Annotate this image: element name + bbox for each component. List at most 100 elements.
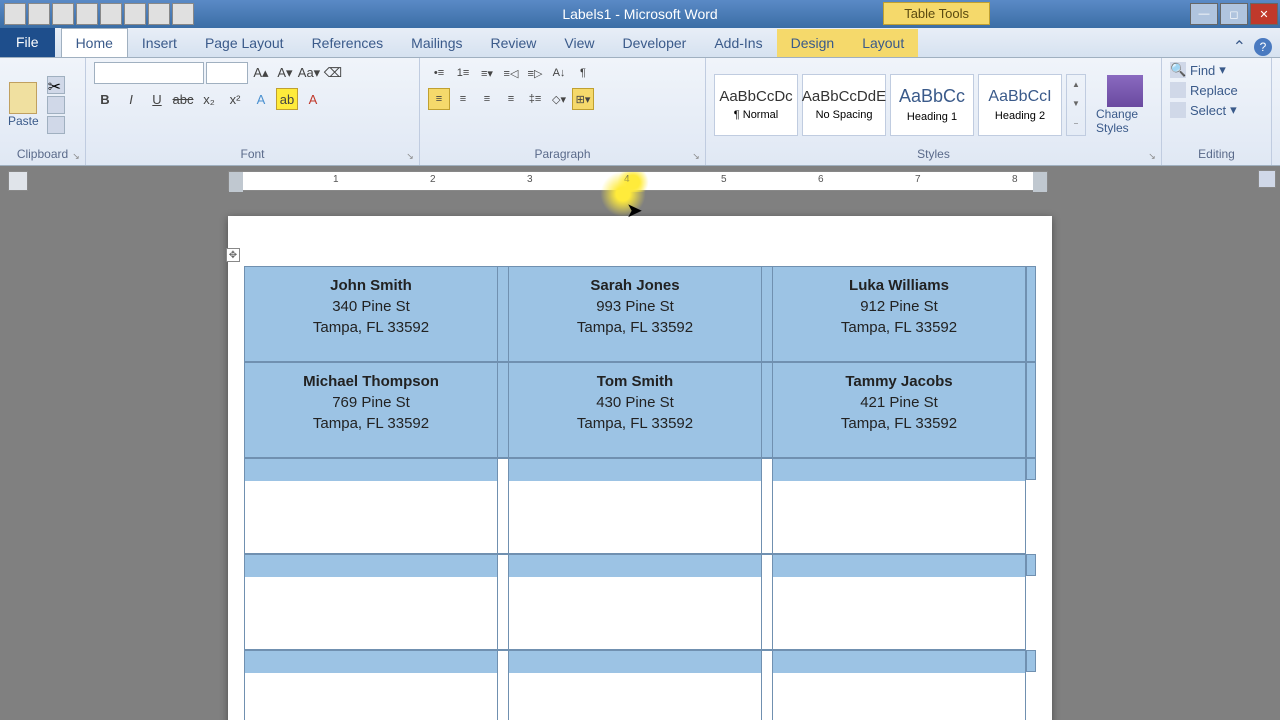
- tab-review[interactable]: Review: [477, 29, 551, 57]
- clipboard-expand-icon[interactable]: ↘: [69, 149, 83, 163]
- label-table[interactable]: John Smith340 Pine StTampa, FL 33592Sara…: [244, 266, 1036, 720]
- quick-print-icon[interactable]: [148, 3, 170, 25]
- label-cell[interactable]: [772, 554, 1026, 650]
- font-expand-icon[interactable]: ↘: [403, 149, 417, 163]
- paragraph-expand-icon[interactable]: ↘: [689, 149, 703, 163]
- align-center-button[interactable]: ≡: [452, 88, 474, 110]
- increase-indent-button[interactable]: ≡▷: [524, 62, 546, 84]
- row-end-handle[interactable]: [1026, 362, 1036, 458]
- paste-button[interactable]: Paste: [8, 82, 39, 128]
- label-cell[interactable]: Sarah Jones993 Pine StTampa, FL 33592: [508, 266, 762, 362]
- grow-font-icon[interactable]: A▴: [250, 62, 272, 84]
- minimize-button[interactable]: —: [1190, 3, 1218, 25]
- group-editing: 🔍 Find ▾ Replace Select ▾ Editing: [1162, 58, 1272, 165]
- row-end-handle[interactable]: [1026, 650, 1036, 672]
- close-button[interactable]: ✕: [1250, 3, 1278, 25]
- word-icon[interactable]: [4, 3, 26, 25]
- tab-file[interactable]: File: [0, 27, 55, 57]
- select-button[interactable]: Select ▾: [1170, 102, 1263, 118]
- label-cell[interactable]: [772, 650, 1026, 720]
- label-cell[interactable]: [508, 458, 762, 554]
- row-end-handle[interactable]: [1026, 458, 1036, 480]
- align-right-button[interactable]: ≡: [476, 88, 498, 110]
- underline-button[interactable]: U: [146, 88, 168, 110]
- strikethrough-button[interactable]: abc: [172, 88, 194, 110]
- cut-icon[interactable]: ✂: [47, 76, 65, 94]
- tab-design[interactable]: Design: [777, 29, 849, 57]
- align-left-button[interactable]: ≡: [428, 88, 450, 110]
- tab-view[interactable]: View: [550, 29, 608, 57]
- tab-layout[interactable]: Layout: [848, 29, 918, 57]
- font-family-select[interactable]: [94, 62, 204, 84]
- change-case-icon[interactable]: Aa▾: [298, 62, 320, 84]
- label-cell[interactable]: [508, 554, 762, 650]
- find-button[interactable]: 🔍 Find ▾: [1170, 62, 1263, 78]
- decrease-indent-button[interactable]: ≡◁: [500, 62, 522, 84]
- label-cell[interactable]: John Smith340 Pine StTampa, FL 33592: [244, 266, 498, 362]
- text-effects-icon[interactable]: A: [250, 88, 272, 110]
- bullets-button[interactable]: •≡: [428, 62, 450, 84]
- format-painter-icon[interactable]: [47, 116, 65, 134]
- ruler-corner[interactable]: [8, 171, 28, 191]
- font-size-select[interactable]: [206, 62, 248, 84]
- tab-page-layout[interactable]: Page Layout: [191, 29, 298, 57]
- label-cell[interactable]: [244, 458, 498, 554]
- label-cell[interactable]: Luka Williams912 Pine StTampa, FL 33592: [772, 266, 1026, 362]
- replace-button[interactable]: Replace: [1170, 82, 1263, 98]
- label-cell[interactable]: [772, 458, 1026, 554]
- clear-formatting-icon[interactable]: ⌫: [322, 62, 344, 84]
- page[interactable]: ✥ John Smith340 Pine StTampa, FL 33592Sa…: [228, 216, 1052, 720]
- styles-more-button[interactable]: ▲▼⎯: [1066, 74, 1086, 136]
- label-cell[interactable]: [244, 650, 498, 720]
- save-icon[interactable]: [28, 3, 50, 25]
- style-normal[interactable]: AaBbCcDc Normal: [714, 74, 798, 136]
- tab-mailings[interactable]: Mailings: [397, 29, 476, 57]
- row-end-handle[interactable]: [1026, 266, 1036, 362]
- redo-icon[interactable]: [76, 3, 98, 25]
- undo-icon[interactable]: [52, 3, 74, 25]
- bold-button[interactable]: B: [94, 88, 116, 110]
- minimize-ribbon-icon[interactable]: ⌃: [1233, 37, 1246, 57]
- highlight-color-button[interactable]: ab: [276, 88, 298, 110]
- superscript-button[interactable]: x²: [224, 88, 246, 110]
- tab-addins[interactable]: Add-Ins: [700, 29, 776, 57]
- style-heading-2[interactable]: AaBbCcI Heading 2: [978, 74, 1062, 136]
- line-spacing-button[interactable]: ‡≡: [524, 88, 546, 110]
- new-icon[interactable]: [100, 3, 122, 25]
- label-cell[interactable]: Tammy Jacobs421 Pine StTampa, FL 33592: [772, 362, 1026, 458]
- numbering-button[interactable]: 1≡: [452, 62, 474, 84]
- ruler-toggle-icon[interactable]: [1258, 170, 1276, 188]
- row-end-handle[interactable]: [1026, 554, 1036, 576]
- tab-home[interactable]: Home: [61, 28, 128, 57]
- print-preview-icon[interactable]: [172, 3, 194, 25]
- tab-references[interactable]: References: [298, 29, 398, 57]
- styles-expand-icon[interactable]: ↘: [1145, 149, 1159, 163]
- select-label: Select: [1190, 103, 1226, 118]
- change-styles-button[interactable]: Change Styles: [1096, 75, 1153, 135]
- help-icon[interactable]: ?: [1254, 38, 1272, 56]
- justify-button[interactable]: ≡: [500, 88, 522, 110]
- table-move-handle[interactable]: ✥: [226, 248, 240, 262]
- multilevel-list-button[interactable]: ≡▾: [476, 62, 498, 84]
- tab-developer[interactable]: Developer: [609, 29, 701, 57]
- label-cell[interactable]: Tom Smith430 Pine StTampa, FL 33592: [508, 362, 762, 458]
- show-hide-button[interactable]: ¶: [572, 62, 594, 84]
- italic-button[interactable]: I: [120, 88, 142, 110]
- font-color-button[interactable]: A: [302, 88, 324, 110]
- style-no-spacing[interactable]: AaBbCcDdE No Spacing: [802, 74, 886, 136]
- open-icon[interactable]: [124, 3, 146, 25]
- label-cell[interactable]: [508, 650, 762, 720]
- borders-button[interactable]: ⊞▾: [572, 88, 594, 110]
- style-heading-1[interactable]: AaBbCc Heading 1: [890, 74, 974, 136]
- subscript-button[interactable]: x₂: [198, 88, 220, 110]
- label-cell[interactable]: [244, 554, 498, 650]
- document-area[interactable]: ✥ John Smith340 Pine StTampa, FL 33592Sa…: [0, 196, 1280, 720]
- maximize-button[interactable]: ◻: [1220, 3, 1248, 25]
- copy-icon[interactable]: [47, 96, 65, 114]
- tab-insert[interactable]: Insert: [128, 29, 191, 57]
- sort-button[interactable]: A↓: [548, 62, 570, 84]
- horizontal-ruler[interactable]: 12345678: [228, 171, 1048, 191]
- label-cell[interactable]: Michael Thompson769 Pine StTampa, FL 335…: [244, 362, 498, 458]
- shrink-font-icon[interactable]: A▾: [274, 62, 296, 84]
- shading-button[interactable]: ◇▾: [548, 88, 570, 110]
